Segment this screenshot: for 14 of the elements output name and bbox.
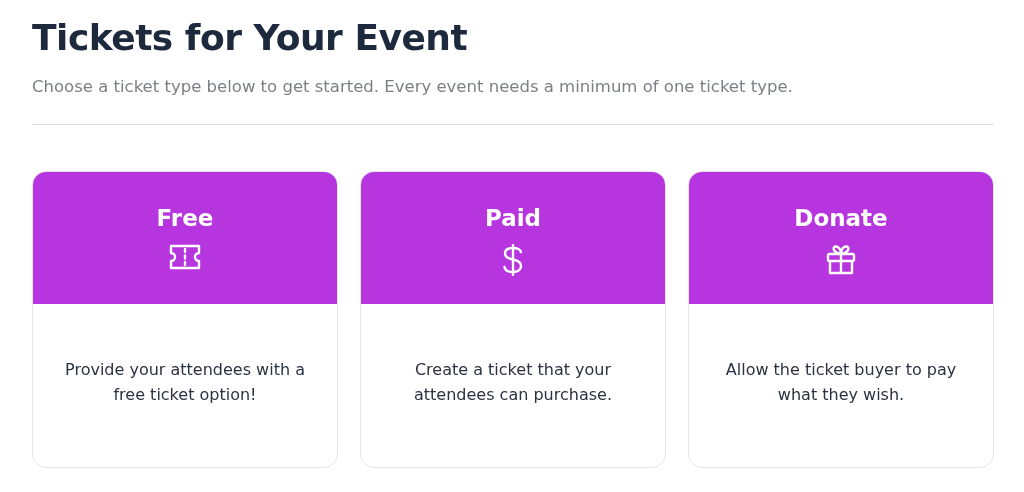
- card-description: Create a ticket that your attendees can purchase.: [413, 358, 613, 406]
- dollar-icon: [502, 244, 524, 276]
- page-title: Tickets for Your Event: [32, 16, 469, 60]
- ticket-type-card[interactable]: Free Provide your attendees with a free ticket option!: [32, 171, 338, 468]
- page-subtitle: Choose a ticket type below to get started. Every event needs a minimum of one ticket type.: [32, 76, 794, 98]
- ticket-icon: [169, 244, 201, 270]
- card-title: Free: [156, 204, 214, 232]
- gift-icon: [825, 244, 857, 276]
- card-title: Donate: [794, 204, 888, 232]
- ticket-type-card[interactable]: Donate Allow the ticket buyer to pay what they wish.: [688, 171, 994, 468]
- card-title: Paid: [484, 204, 542, 232]
- card-description: Allow the ticket buyer to pay what they wish.: [724, 358, 958, 406]
- ticket-type-card[interactable]: Paid Create a ticket that your attendees can purchase.: [360, 171, 666, 468]
- card-description: Provide your attendees with a free ticket option!: [64, 358, 306, 406]
